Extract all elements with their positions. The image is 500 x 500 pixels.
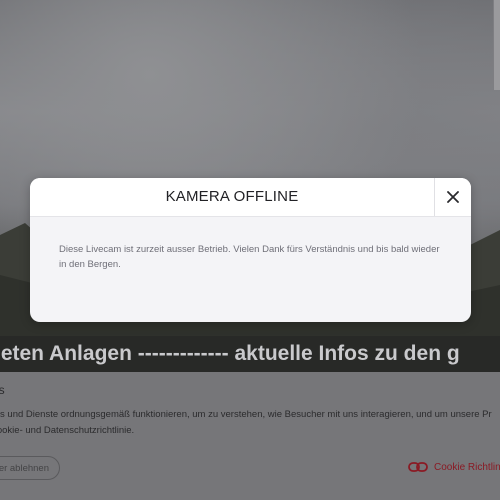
dialog-message: Diese Livecam ist zurzeit ausser Betrieb… (59, 244, 440, 270)
camera-offline-dialog: KAMERA OFFLINE Diese Livecam ist zurzeit… (30, 178, 471, 322)
cookie-text-line: ites und Dienste ordnungsgemäß funktioni… (0, 409, 492, 420)
cookie-policy-label: Cookie Richtlin (434, 461, 500, 473)
close-button[interactable] (434, 178, 471, 216)
side-panel-edge (493, 0, 500, 90)
cookie-policy-link[interactable]: Cookie Richtlin (408, 458, 500, 476)
dialog-title: KAMERA OFFLINE (165, 188, 299, 205)
dialog-header: KAMERA OFFLINE (30, 178, 471, 217)
link-icon (408, 461, 428, 473)
news-ticker: neten Anlagen ------------- aktuelle Inf… (0, 336, 500, 372)
cookie-title: es (0, 383, 5, 397)
decline-button[interactable]: der ablehnen (0, 456, 60, 480)
cookie-text-line: Cookie- und Datenschutzrichtlinie. (0, 425, 135, 436)
cookie-text: ites und Dienste ordnungsgemäß funktioni… (0, 407, 500, 439)
close-icon (447, 191, 459, 203)
ticker-text: neten Anlagen ------------- aktuelle Inf… (0, 342, 460, 365)
